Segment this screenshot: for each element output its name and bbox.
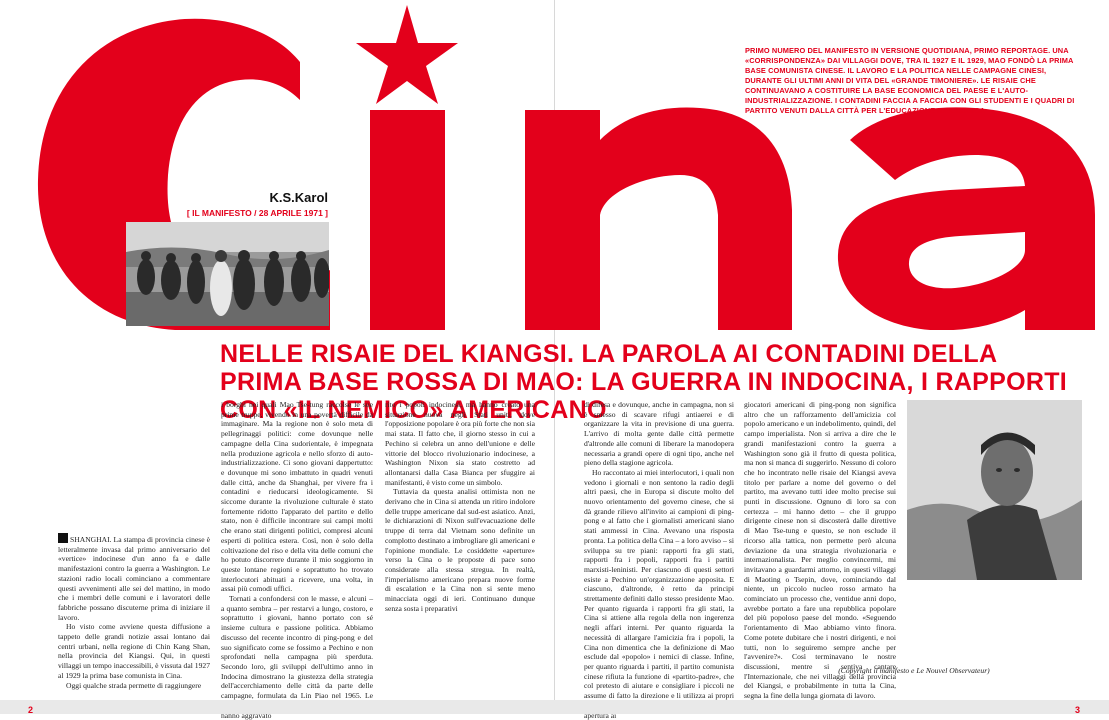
column-paragraph: Oggi qualche strada permette di raggiung… [66,680,202,690]
photo-portrait-image [907,400,1082,580]
text-column-4: di difesa e dovunque, anche in campagna,… [584,400,734,720]
column-paragraph: Ho raccontato ai miei interlocutori, i q… [584,467,734,720]
letter-n [525,107,792,330]
bottom-bar [0,700,1109,714]
text-column-2: i borghi nei quali Mao Tse-tung raccolse… [221,400,373,720]
photo-crowd [126,222,329,326]
paragraph-square-marker [58,533,68,543]
column-paragraph: Ho visto come avviene questa diffusione … [58,622,210,680]
letter-a [837,107,1095,330]
copyright-note: (Copyright il manifesto e Le Nouvel Obse… [838,666,990,675]
star-icon [356,5,458,104]
column-paragraph: giocatori americani di ping-pong non sig… [744,400,896,701]
magazine-spread: Primo numero del manifesto in versione q… [0,0,1109,720]
text-column-1: SHANGHAI. La stampa di provincia cinese … [58,533,210,690]
photo-crowd-image [126,222,329,326]
column-paragraph: SHANGHAI. La stampa di provincia cinese … [58,535,210,622]
source-line: [ IL MANIFESTO / 28 APRILE 1971 ] [186,208,328,218]
column-paragraph: Tuttavia da questa analisi ottimista non… [385,487,535,613]
column-paragraph: i borghi nei quali Mao Tse-tung raccolse… [221,400,373,594]
column-paragraph: rito i popoli indocinesi, ma hanno creat… [385,400,535,487]
column-paragraph: di difesa e dovunque, anche in campagna,… [584,400,734,468]
text-column-5: giocatori americani di ping-pong non sig… [744,400,896,701]
photo-portrait [907,400,1082,580]
text-column-3: rito i popoli indocinesi, ma hanno creat… [385,400,535,613]
intro-text: Primo numero del manifesto in versione q… [745,46,1075,115]
author-name: K.S.Karol [269,190,328,205]
letter-i [370,110,445,330]
